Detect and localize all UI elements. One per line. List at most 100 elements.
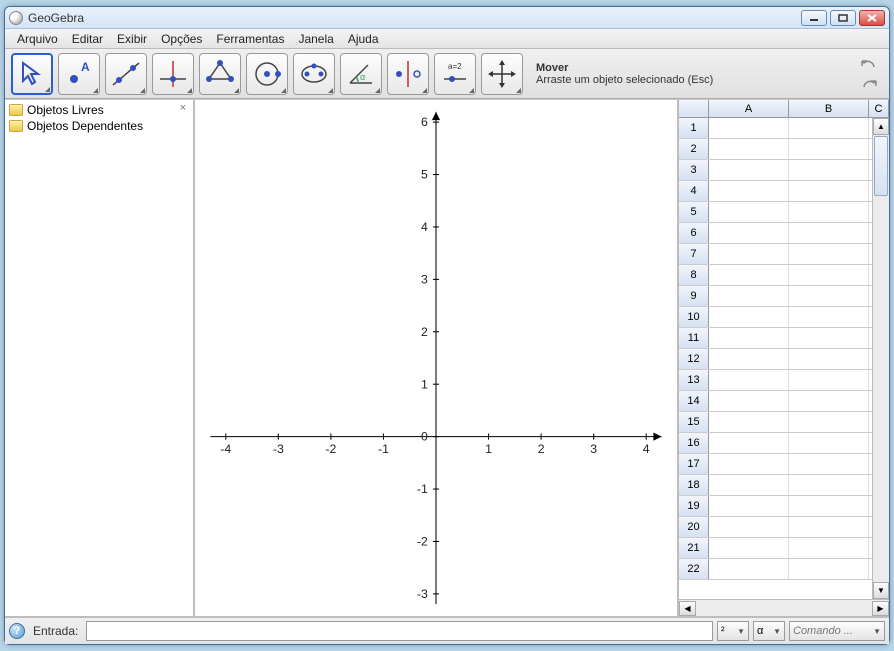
spreadsheet-cell[interactable] [789, 139, 869, 159]
tool-circle[interactable] [246, 53, 288, 95]
spreadsheet-rowhead[interactable]: 12 [679, 349, 709, 369]
spreadsheet-rowhead[interactable]: 9 [679, 286, 709, 306]
spreadsheet-cell[interactable] [789, 118, 869, 138]
spreadsheet-cell[interactable] [789, 517, 869, 537]
spreadsheet-cell[interactable] [709, 328, 789, 348]
menu-opcoes[interactable]: Opções [155, 30, 208, 48]
spreadsheet-cell[interactable] [789, 286, 869, 306]
tool-polygon[interactable] [199, 53, 241, 95]
tool-angle[interactable]: α [340, 53, 382, 95]
spreadsheet-cell[interactable] [709, 433, 789, 453]
spreadsheet-cell[interactable] [709, 475, 789, 495]
folder-free-objects[interactable]: Objetos Livres [5, 102, 193, 118]
spreadsheet-rowhead[interactable]: 6 [679, 223, 709, 243]
spreadsheet-rowhead[interactable]: 14 [679, 391, 709, 411]
spreadsheet-cell[interactable] [709, 412, 789, 432]
spreadsheet-cell[interactable] [789, 475, 869, 495]
spreadsheet-cell[interactable] [789, 370, 869, 390]
spreadsheet-rowhead[interactable]: 20 [679, 517, 709, 537]
tool-slider[interactable]: a=2 [434, 53, 476, 95]
command-input[interactable] [86, 621, 713, 641]
spreadsheet-cell[interactable] [789, 244, 869, 264]
spreadsheet-cell[interactable] [709, 181, 789, 201]
spreadsheet-cell[interactable] [709, 139, 789, 159]
spreadsheet-rowhead[interactable]: 18 [679, 475, 709, 495]
spreadsheet-cell[interactable] [709, 202, 789, 222]
spreadsheet-cell[interactable] [709, 370, 789, 390]
tool-line[interactable] [105, 53, 147, 95]
spreadsheet-col-A[interactable]: A [709, 100, 789, 117]
spreadsheet-cell[interactable] [789, 265, 869, 285]
maximize-button[interactable] [830, 10, 856, 26]
scroll-left-button[interactable]: ◀ [679, 601, 696, 616]
spreadsheet-rowhead[interactable]: 8 [679, 265, 709, 285]
spreadsheet-cell[interactable] [709, 265, 789, 285]
menu-editar[interactable]: Editar [66, 30, 109, 48]
spreadsheet-cell[interactable] [709, 223, 789, 243]
symbol-superscript-select[interactable]: ²▼ [717, 621, 749, 641]
spreadsheet-cell[interactable] [789, 496, 869, 516]
tool-move[interactable] [11, 53, 53, 95]
tool-perpendicular[interactable] [152, 53, 194, 95]
spreadsheet-cell[interactable] [709, 160, 789, 180]
menu-arquivo[interactable]: Arquivo [11, 30, 64, 48]
algebra-close-button[interactable]: × [177, 102, 189, 114]
scroll-down-button[interactable]: ▼ [873, 582, 889, 599]
spreadsheet-cell[interactable] [789, 349, 869, 369]
spreadsheet-cell[interactable] [709, 349, 789, 369]
command-select[interactable]: Comando ...▼ [789, 621, 885, 641]
spreadsheet-cell[interactable] [789, 328, 869, 348]
spreadsheet-cell[interactable] [789, 559, 869, 579]
spreadsheet-cell[interactable] [789, 181, 869, 201]
menu-ferramentas[interactable]: Ferramentas [210, 30, 290, 48]
spreadsheet-rowhead[interactable]: 7 [679, 244, 709, 264]
spreadsheet-cell[interactable] [709, 559, 789, 579]
tool-point[interactable]: A [58, 53, 100, 95]
redo-button[interactable] [859, 76, 879, 92]
spreadsheet-cell[interactable] [709, 286, 789, 306]
spreadsheet-cell[interactable] [709, 118, 789, 138]
tool-move-view[interactable] [481, 53, 523, 95]
spreadsheet-rowhead[interactable]: 13 [679, 370, 709, 390]
spreadsheet-rowhead[interactable]: 5 [679, 202, 709, 222]
spreadsheet-rowhead[interactable]: 1 [679, 118, 709, 138]
scroll-right-button[interactable]: ▶ [872, 601, 889, 616]
close-button[interactable] [859, 10, 885, 26]
help-icon[interactable]: ? [9, 623, 25, 639]
spreadsheet-cell[interactable] [789, 307, 869, 327]
spreadsheet-cell[interactable] [789, 433, 869, 453]
spreadsheet-rowhead[interactable]: 22 [679, 559, 709, 579]
tool-transform[interactable] [387, 53, 429, 95]
spreadsheet-cell[interactable] [789, 223, 869, 243]
spreadsheet-cell[interactable] [789, 454, 869, 474]
spreadsheet-cell[interactable] [709, 391, 789, 411]
spreadsheet-rowhead[interactable]: 15 [679, 412, 709, 432]
spreadsheet-cell[interactable] [709, 538, 789, 558]
spreadsheet-vscrollbar[interactable]: ▲ ▼ [872, 118, 889, 599]
menu-exibir[interactable]: Exibir [111, 30, 153, 48]
folder-dependent-objects[interactable]: Objetos Dependentes [5, 118, 193, 134]
spreadsheet-cell[interactable] [789, 202, 869, 222]
spreadsheet-corner[interactable] [679, 100, 709, 117]
scroll-thumb[interactable] [874, 136, 888, 196]
tool-conic[interactable] [293, 53, 335, 95]
spreadsheet-cell[interactable] [789, 538, 869, 558]
minimize-button[interactable] [801, 10, 827, 26]
spreadsheet-cell[interactable] [709, 244, 789, 264]
graphics-view[interactable]: -4-3-2-11234-3-2-10123456 [195, 100, 679, 616]
spreadsheet-cell[interactable] [709, 307, 789, 327]
spreadsheet-cell[interactable] [789, 412, 869, 432]
spreadsheet-rowhead[interactable]: 17 [679, 454, 709, 474]
spreadsheet-col-C[interactable]: C [869, 100, 889, 117]
spreadsheet-rowhead[interactable]: 19 [679, 496, 709, 516]
spreadsheet-rowhead[interactable]: 10 [679, 307, 709, 327]
spreadsheet-cell[interactable] [709, 496, 789, 516]
symbol-greek-select[interactable]: α▼ [753, 621, 785, 641]
spreadsheet-rowhead[interactable]: 3 [679, 160, 709, 180]
spreadsheet-col-B[interactable]: B [789, 100, 869, 117]
spreadsheet-rowhead[interactable]: 21 [679, 538, 709, 558]
undo-button[interactable] [859, 56, 879, 72]
spreadsheet-cell[interactable] [789, 391, 869, 411]
spreadsheet-cell[interactable] [789, 160, 869, 180]
spreadsheet-cell[interactable] [709, 517, 789, 537]
